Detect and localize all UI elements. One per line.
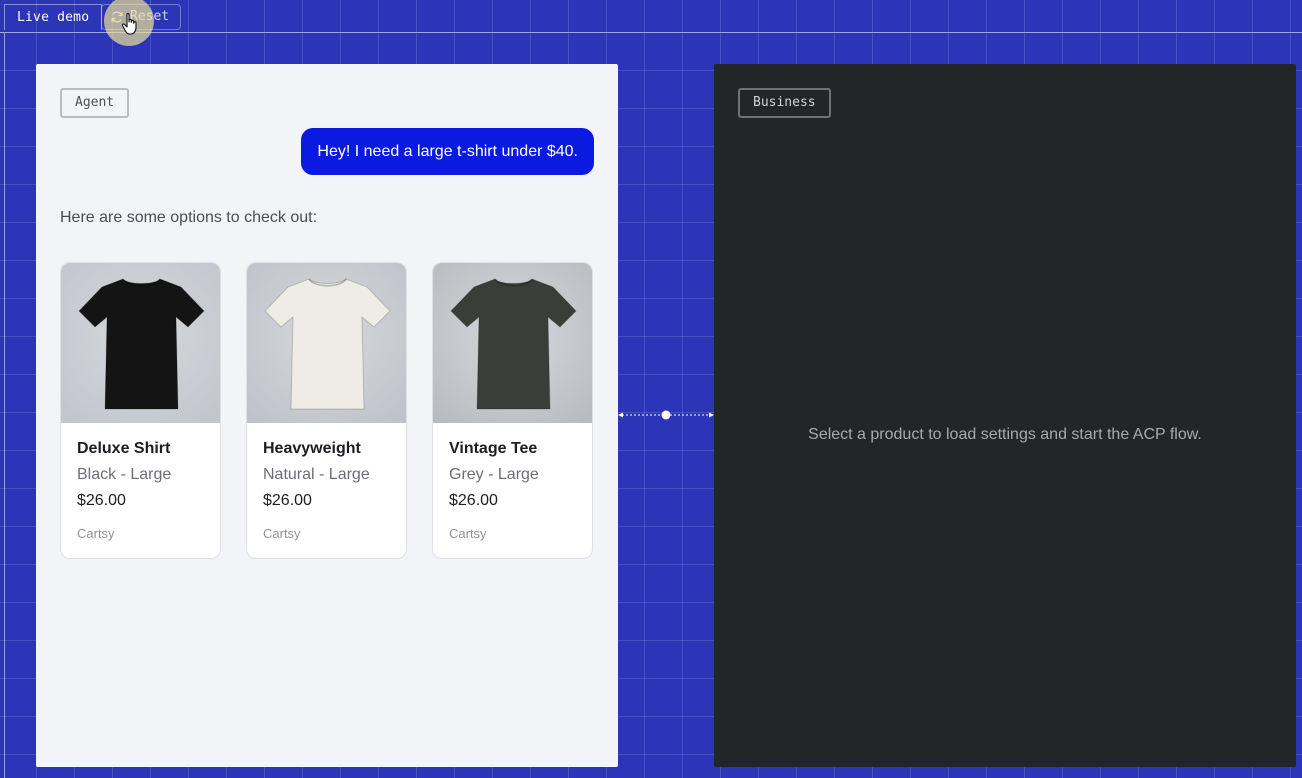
product-name: Heavyweight	[263, 440, 361, 457]
refresh-icon	[111, 11, 123, 23]
user-message-bubble: Hey! I need a large t-shirt under $40.	[301, 128, 594, 175]
topbar-grid	[0, 0, 1302, 32]
business-tag: Business	[738, 88, 831, 118]
product-variant: Black - Large	[77, 466, 172, 483]
business-empty-message: Select a product to load settings and st…	[808, 426, 1202, 443]
reset-label: Reset	[130, 9, 170, 24]
product-merchant: Cartsy	[449, 526, 487, 541]
top-bar: Live demo Reset	[0, 0, 1302, 46]
product-variant: Grey - Large	[449, 466, 539, 483]
product-price: $26.00	[77, 492, 126, 509]
product-image	[247, 263, 406, 423]
product-merchant: Cartsy	[77, 526, 115, 541]
product-merchant: Cartsy	[263, 526, 301, 541]
product-price: $26.00	[263, 492, 312, 509]
product-card-list: Deluxe Shirt Black - Large $26.00 Cartsy…	[60, 262, 593, 559]
business-panel: Business Select a product to load settin…	[714, 64, 1296, 767]
reset-button[interactable]: Reset	[101, 4, 181, 30]
agent-tag: Agent	[60, 88, 130, 118]
product-image	[433, 263, 592, 423]
assistant-message: Here are some options to check out:	[60, 209, 318, 226]
product-name: Vintage Tee	[449, 440, 538, 457]
agent-panel: Agent Hey! I need a large t-shirt under …	[36, 64, 618, 767]
product-variant: Natural - Large	[263, 466, 370, 483]
product-card[interactable]: Vintage Tee Grey - Large $26.00 Cartsy	[432, 262, 593, 559]
product-image	[61, 263, 220, 423]
live-demo-label: Live demo	[4, 4, 103, 30]
frame-border	[4, 33, 5, 778]
connector-line	[618, 410, 714, 420]
product-card[interactable]: Heavyweight Natural - Large $26.00 Carts…	[246, 262, 407, 559]
product-name: Deluxe Shirt	[77, 440, 171, 457]
product-card[interactable]: Deluxe Shirt Black - Large $26.00 Cartsy	[60, 262, 221, 559]
product-price: $26.00	[449, 492, 498, 509]
